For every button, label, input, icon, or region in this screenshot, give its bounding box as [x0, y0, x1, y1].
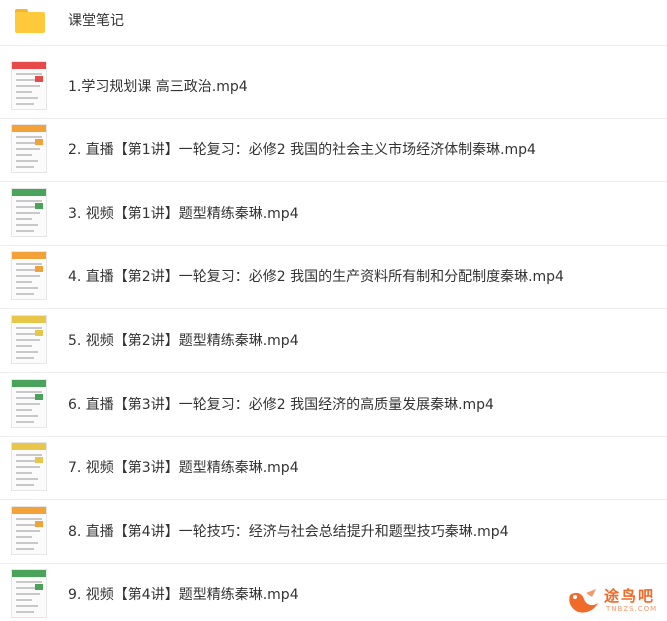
file-name: 4. 直播【第2讲】一轮复习：必修2 我国的生产资料所有制和分配制度秦琳.mp4 — [68, 269, 564, 285]
watermark-text: 途鸟吧 — [604, 587, 656, 605]
video-thumbnail-icon — [11, 315, 47, 364]
file-name: 8. 直播【第4讲】一轮技巧：经济与社会总结提升和题型技巧秦琳.mp4 — [68, 524, 509, 540]
video-thumbnail-icon — [11, 379, 47, 428]
file-row[interactable]: 3. 视频【第1讲】题型精练秦琳.mp4 — [0, 182, 667, 246]
file-name: 2. 直播【第1讲】一轮复习：必修2 我国的社会主义市场经济体制秦琳.mp4 — [68, 142, 536, 158]
file-name: 9. 视频【第4讲】题型精练秦琳.mp4 — [68, 587, 299, 603]
video-thumbnail-icon — [11, 124, 47, 173]
file-row[interactable]: 4. 直播【第2讲】一轮复习：必修2 我国的生产资料所有制和分配制度秦琳.mp4 — [0, 245, 667, 309]
file-row[interactable]: 1.学习规划课 高三政治.mp4 — [0, 55, 667, 119]
file-name: 7. 视频【第3讲】题型精练秦琳.mp4 — [68, 460, 299, 476]
video-thumbnail-icon — [11, 61, 47, 110]
video-thumbnail-icon — [11, 188, 47, 237]
folder-name: 课堂笔记 — [68, 13, 124, 29]
folder-icon — [15, 9, 45, 33]
file-row[interactable]: 8. 直播【第4讲】一轮技巧：经济与社会总结提升和题型技巧秦琳.mp4 — [0, 500, 667, 564]
file-name: 1.学习规划课 高三政治.mp4 — [68, 79, 248, 95]
bird-logo-icon — [569, 589, 598, 613]
file-row[interactable]: 2. 直播【第1讲】一轮复习：必修2 我国的社会主义市场经济体制秦琳.mp4 — [0, 118, 667, 182]
file-list: 课堂笔记 1.学习规划课 高三政治.mp4 2. 直播【第1讲】一轮复习：必修2… — [0, 0, 667, 621]
file-row[interactable]: 5. 视频【第2讲】题型精练秦琳.mp4 — [0, 309, 667, 373]
file-name: 5. 视频【第2讲】题型精练秦琳.mp4 — [68, 333, 299, 349]
file-name: 6. 直播【第3讲】一轮复习：必修2 我国经济的高质量发展秦琳.mp4 — [68, 397, 494, 413]
file-row[interactable]: 7. 视频【第3讲】题型精练秦琳.mp4 — [0, 436, 667, 500]
video-thumbnail-icon — [11, 506, 47, 555]
video-thumbnail-icon — [11, 251, 47, 300]
video-thumbnail-icon — [11, 442, 47, 491]
watermark-subtext: TNBZS.COM — [606, 605, 658, 613]
watermark: 途鸟吧 TNBZS.COM — [566, 583, 666, 619]
file-name: 3. 视频【第1讲】题型精练秦琳.mp4 — [68, 206, 299, 222]
video-thumbnail-icon — [11, 569, 47, 618]
file-row[interactable]: 6. 直播【第3讲】一轮复习：必修2 我国经济的高质量发展秦琳.mp4 — [0, 373, 667, 437]
folder-row[interactable]: 课堂笔记 — [0, 0, 667, 46]
